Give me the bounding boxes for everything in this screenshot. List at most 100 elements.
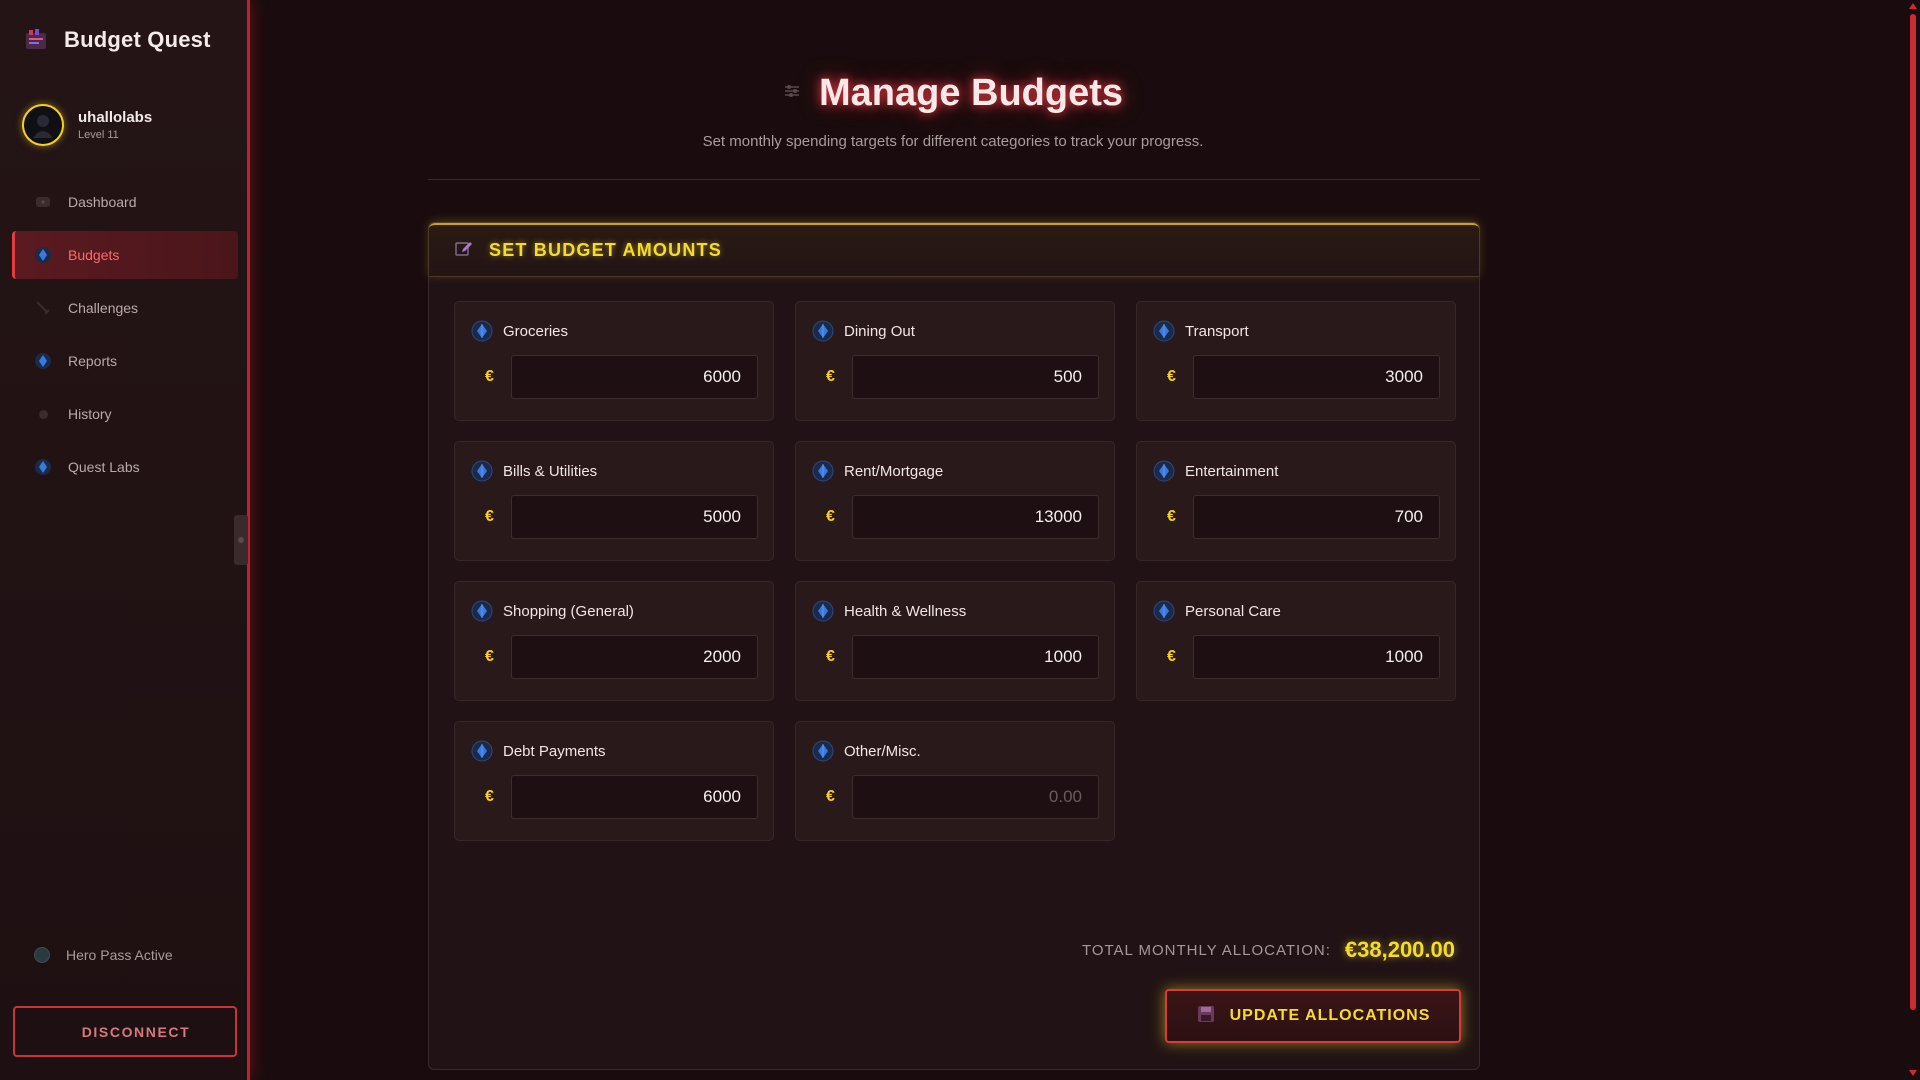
- currency-symbol: €: [485, 368, 494, 385]
- sidebar-item-challenges[interactable]: Challenges: [12, 284, 238, 332]
- budget-amount-input-transport[interactable]: [1193, 355, 1440, 399]
- gem-icon: [471, 740, 493, 762]
- page-scrollbar[interactable]: [1906, 0, 1920, 1080]
- panel-title: SET BUDGET AMOUNTS: [489, 240, 722, 260]
- history-icon: [34, 405, 52, 423]
- sidebar-item-dashboard[interactable]: Dashboard: [12, 178, 238, 226]
- budget-quest-logo-icon: [22, 26, 50, 54]
- budget-card-entertainment: Entertainment €: [1136, 441, 1456, 561]
- user-name: uhallolabs: [78, 109, 153, 126]
- budget-card-bills-utilities: Bills & Utilities €: [454, 441, 774, 561]
- budget-amount-input-other-misc[interactable]: [852, 775, 1099, 819]
- gem-icon: [812, 460, 834, 482]
- brand[interactable]: Budget Quest: [22, 26, 211, 54]
- currency-symbol: €: [485, 508, 494, 525]
- card-label-row: Shopping (General): [471, 600, 634, 622]
- avatar: [22, 104, 64, 146]
- budget-amount-input-debt-payments[interactable]: [511, 775, 758, 819]
- gem-icon: [34, 352, 52, 370]
- sidebar-item-label: Budgets: [68, 247, 120, 263]
- card-label-row: Rent/Mortgage: [812, 460, 943, 482]
- budget-card-personal-care: Personal Care €: [1136, 581, 1456, 701]
- save-icon: [1196, 1004, 1216, 1029]
- update-allocations-button[interactable]: UPDATE ALLOCATIONS: [1165, 989, 1461, 1043]
- budget-card-health-wellness: Health & Wellness €: [795, 581, 1115, 701]
- budget-amount-input-personal-care[interactable]: [1193, 635, 1440, 679]
- gem-icon: [34, 246, 52, 264]
- total-allocation: TOTAL MONTHLY ALLOCATION: €38,200.00: [1082, 937, 1455, 963]
- budget-amount-input-entertainment[interactable]: [1193, 495, 1440, 539]
- currency-symbol: €: [826, 788, 835, 805]
- dashboard-icon: [34, 193, 52, 211]
- gem-icon: [1153, 460, 1175, 482]
- gem-icon: [1153, 320, 1175, 342]
- sidebar-item-label: Quest Labs: [68, 459, 140, 475]
- sidebar-nav: Dashboard Budgets Challenges Reports His…: [12, 178, 238, 496]
- budget-card-shopping-general: Shopping (General) €: [454, 581, 774, 701]
- category-label: Other/Misc.: [844, 742, 921, 760]
- user-profile[interactable]: uhallolabs Level 11: [22, 104, 152, 146]
- category-label: Entertainment: [1185, 462, 1279, 480]
- currency-symbol: €: [485, 648, 494, 665]
- card-label-row: Dining Out: [812, 320, 915, 342]
- budget-amount-input-rent-mortgage[interactable]: [852, 495, 1099, 539]
- category-label: Personal Care: [1185, 602, 1281, 620]
- gem-icon: [812, 320, 834, 342]
- sidebar-item-label: Challenges: [68, 300, 139, 316]
- category-grid: Groceries€Dining Out€Transport€Bills & U…: [454, 301, 1456, 841]
- currency-symbol: €: [485, 788, 494, 805]
- app-root: Budget Quest uhallolabs Level 11 Dashboa…: [0, 0, 1920, 1080]
- app-title: Budget Quest: [64, 27, 211, 52]
- page-title: Manage Budgets: [818, 72, 1124, 114]
- budget-card-dining-out: Dining Out €: [795, 301, 1115, 421]
- card-label-row: Other/Misc.: [812, 740, 921, 762]
- card-label-row: Bills & Utilities: [471, 460, 597, 482]
- hero-pass-status: Hero Pass Active: [34, 947, 173, 963]
- category-label: Transport: [1185, 322, 1249, 340]
- scroll-down-arrow-icon[interactable]: [1909, 1070, 1917, 1076]
- budget-card-groceries: Groceries €: [454, 301, 774, 421]
- currency-symbol: €: [1167, 508, 1176, 525]
- category-label: Shopping (General): [503, 602, 634, 620]
- card-label-row: Transport: [1153, 320, 1249, 342]
- budget-card-rent-mortgage: Rent/Mortgage €: [795, 441, 1115, 561]
- gem-icon: [471, 600, 493, 622]
- disconnect-button[interactable]: DISCONNECT: [13, 1006, 237, 1057]
- total-value: €38,200.00: [1344, 937, 1455, 962]
- main-content: Manage Budgets Set monthly spending targ…: [253, 0, 1903, 1080]
- currency-symbol: €: [826, 508, 835, 525]
- currency-symbol: €: [1167, 368, 1176, 385]
- category-label: Bills & Utilities: [503, 462, 598, 480]
- panel-header: SET BUDGET AMOUNTS: [429, 223, 1479, 277]
- sidebar-item-budgets[interactable]: Budgets: [12, 231, 238, 279]
- gem-icon: [812, 740, 834, 762]
- sidebar-item-quest-labs[interactable]: Quest Labs: [12, 443, 238, 491]
- scroll-up-arrow-icon[interactable]: [1909, 3, 1917, 9]
- budget-amount-input-health-wellness[interactable]: [852, 635, 1099, 679]
- budget-amount-input-bills-utilities[interactable]: [511, 495, 758, 539]
- sidebar-collapse-handle[interactable]: [234, 515, 248, 565]
- currency-symbol: €: [1167, 648, 1176, 665]
- category-label: Groceries: [503, 322, 569, 340]
- category-label: Health & Wellness: [844, 602, 967, 620]
- budget-panel: SET BUDGET AMOUNTS Groceries € Dining Out €…: [428, 222, 1480, 1070]
- scroll-thumb[interactable]: [1910, 14, 1916, 1010]
- gem-icon: [471, 320, 493, 342]
- shield-icon: [34, 947, 50, 963]
- update-button-label: UPDATE ALLOCATIONS: [1229, 1007, 1431, 1024]
- budget-amount-input-shopping-general[interactable]: [511, 635, 758, 679]
- sidebar-item-label: History: [68, 406, 112, 422]
- budget-amount-input-groceries[interactable]: [511, 355, 758, 399]
- budget-card-debt-payments: Debt Payments €: [454, 721, 774, 841]
- sidebar-item-history[interactable]: History: [12, 390, 238, 438]
- gem-icon: [812, 600, 834, 622]
- hero-pass-label: Hero Pass Active: [66, 947, 173, 963]
- card-label-row: Debt Payments: [471, 740, 606, 762]
- budget-card-transport: Transport €: [1136, 301, 1456, 421]
- divider: [428, 179, 1480, 180]
- sidebar-item-reports[interactable]: Reports: [12, 337, 238, 385]
- budget-amount-input-dining-out[interactable]: [852, 355, 1099, 399]
- sidebar-item-label: Dashboard: [68, 194, 137, 210]
- sword-icon: [34, 299, 52, 317]
- card-label-row: Entertainment: [1153, 460, 1278, 482]
